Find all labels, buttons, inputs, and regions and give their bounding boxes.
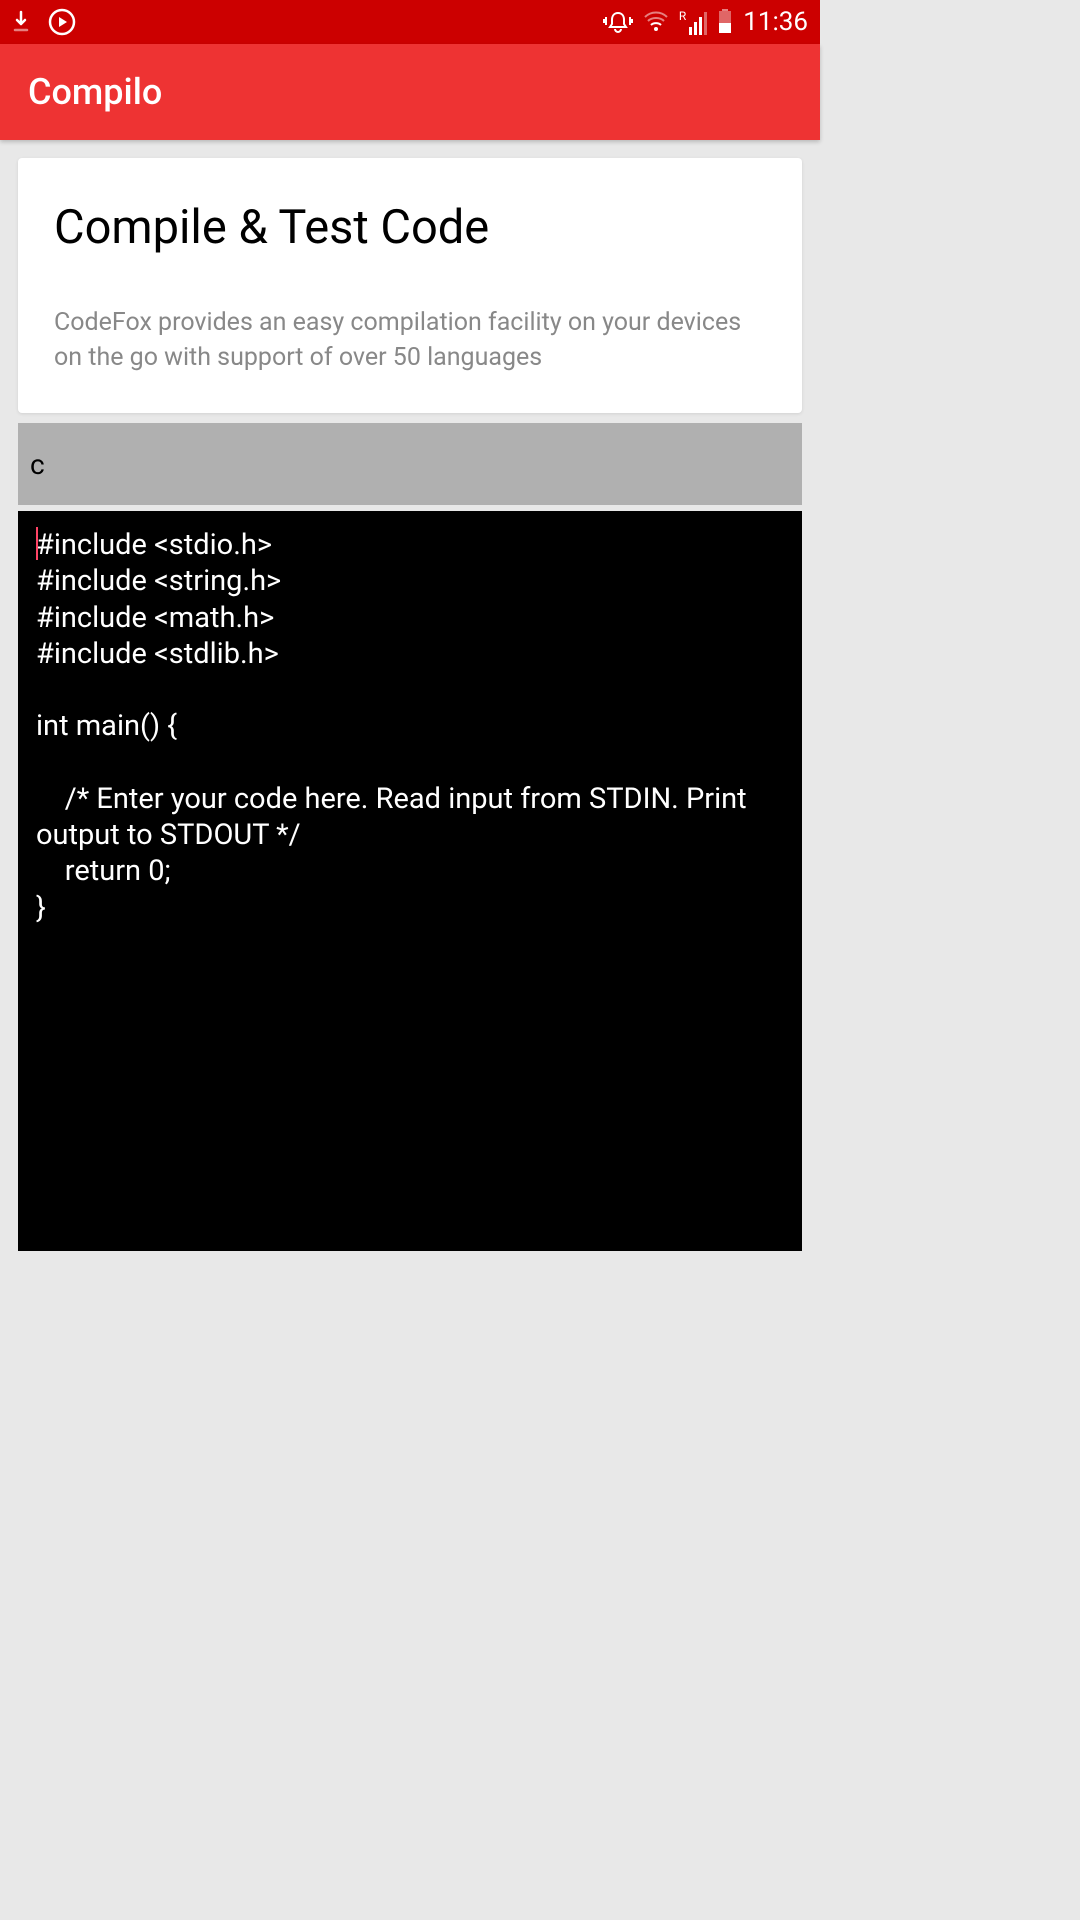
text-cursor	[36, 527, 38, 560]
wifi-icon	[643, 11, 669, 33]
signal-icon: R	[679, 9, 707, 35]
download-icon	[12, 10, 30, 34]
language-selector[interactable]: c	[18, 423, 802, 505]
card-title: Compile & Test Code	[54, 200, 766, 255]
alarm-vibrate-icon	[603, 9, 633, 35]
play-circle-icon	[48, 8, 76, 36]
card-description: CodeFox provides an easy compilation fac…	[54, 305, 766, 375]
status-time: 11:36	[743, 7, 808, 37]
app-header: Compilo	[0, 44, 820, 140]
status-left	[12, 8, 76, 36]
code-editor[interactable]: #include <stdio.h> #include <string.h> #…	[18, 511, 802, 1251]
main-content: Compile & Test Code CodeFox provides an …	[0, 140, 820, 1269]
code-content: #include <stdio.h> #include <string.h> #…	[36, 527, 784, 926]
language-selected: c	[30, 448, 45, 481]
status-right: R 11:36	[603, 7, 808, 37]
signal-label: R	[679, 9, 686, 23]
battery-icon	[717, 9, 733, 35]
status-bar: R 11:36	[0, 0, 820, 44]
info-card: Compile & Test Code CodeFox provides an …	[18, 158, 802, 413]
app-title: Compilo	[28, 71, 162, 113]
